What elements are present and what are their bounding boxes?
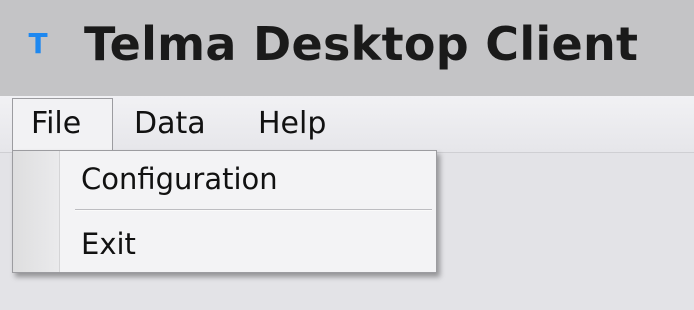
menu-help[interactable]: Help (258, 96, 326, 152)
menu-item-configuration[interactable]: Configuration (81, 159, 278, 199)
app-window: T Telma Desktop Client File Data Help Co… (0, 0, 694, 310)
window-title: Telma Desktop Client (84, 17, 639, 71)
menu-file[interactable]: File (12, 98, 113, 150)
menu-item-exit[interactable]: Exit (81, 224, 136, 264)
menu-data[interactable]: Data (134, 96, 206, 152)
menu-icon-gutter (13, 151, 60, 272)
file-dropdown-menu: Configuration Exit (12, 150, 437, 273)
title-bar: T Telma Desktop Client (0, 0, 694, 96)
app-logo-icon: T (28, 27, 48, 60)
menu-separator (75, 209, 432, 211)
menu-bar: File Data Help (0, 96, 694, 153)
